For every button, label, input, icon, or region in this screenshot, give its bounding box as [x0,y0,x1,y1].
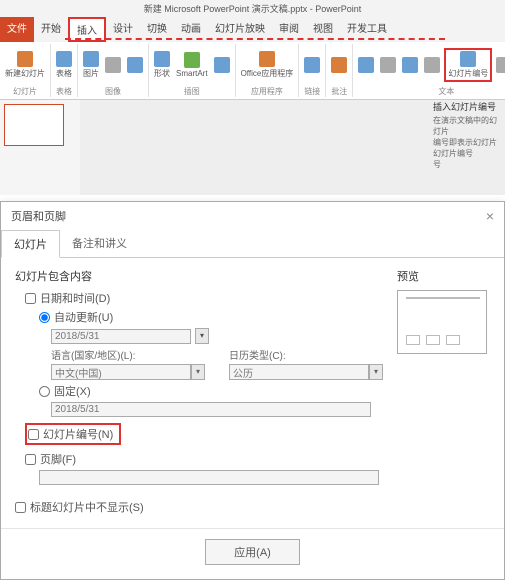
table-button[interactable]: 表格 [54,50,74,80]
group-text: 文本 [438,86,454,97]
album-button[interactable] [125,56,145,74]
datetime-label: 日期和时间(D) [40,290,110,306]
insert-tooltip: 插入幻灯片编号 在演示文稿中的幻灯片 编号即表示幻灯片 幻灯片编号 号 [433,100,501,170]
group-images: 图像 [105,86,121,97]
album-icon [127,57,143,73]
slide-number-checkbox[interactable] [28,429,39,440]
auto-update-radio[interactable] [39,312,50,323]
shapes-icon [154,51,170,67]
textbox-icon [358,57,374,73]
object-button[interactable] [494,56,505,74]
group-comments: 批注 [331,86,347,97]
wordart-button[interactable] [400,56,420,74]
footer-input[interactable] [39,470,379,485]
footer-label: 页脚(F) [40,451,76,467]
group-links: 链接 [304,86,320,97]
new-slide-icon [17,51,33,67]
window-title: 新建 Microsoft PowerPoint 演示文稿.pptx - Powe… [0,0,505,17]
fixed-label: 固定(X) [54,383,91,399]
ribbon: 新建幻灯片 幻灯片 表格 表格 图片 图像 形状 SmartArt 插图 [0,42,505,100]
slide-number-button[interactable]: 幻灯片编号 [444,48,492,82]
smartart-button[interactable]: SmartArt [174,51,210,79]
apply-button[interactable]: 应用(A) [205,539,300,565]
calendar-select[interactable] [229,364,369,380]
comment-button[interactable] [329,56,349,74]
preview-box [397,290,487,354]
dialog-title: 页眉和页脚 [11,208,66,224]
dialog-tab-notes[interactable]: 备注和讲义 [60,230,139,257]
office-apps-button[interactable]: Office应用程序 [239,50,296,80]
picture-icon [83,51,99,67]
chevron-down-icon[interactable]: ▾ [191,364,205,380]
chart-button[interactable] [212,56,232,74]
wordart-icon [402,57,418,73]
slide-number-label: 幻灯片编号(N) [43,426,113,442]
header-footer-dialog: 页眉和页脚 × 幻灯片 备注和讲义 幻灯片包含内容 日期和时间(D) 自动更新(… [0,201,505,580]
group-apps: 应用程序 [251,86,283,97]
slidenum-icon [460,51,476,67]
header-footer-button[interactable] [378,56,398,74]
datetime-checkbox[interactable] [25,293,36,304]
dont-show-label: 标题幻灯片中不显示(S) [30,499,144,515]
tutorial-arrow [65,38,445,40]
dialog-tab-slide[interactable]: 幻灯片 [1,230,60,258]
hyperlink-button[interactable] [302,56,322,74]
close-icon[interactable]: × [486,208,494,224]
fixed-radio[interactable] [39,386,50,397]
dont-show-title-checkbox[interactable] [15,502,26,513]
comment-icon [331,57,347,73]
header-footer-icon [380,57,396,73]
fixed-date-input[interactable] [51,402,371,417]
footer-checkbox[interactable] [25,454,36,465]
group-tables: 表格 [56,86,72,97]
language-select[interactable] [51,364,191,380]
tab-home[interactable]: 开始 [34,17,68,42]
new-slide-button[interactable]: 新建幻灯片 [3,50,47,80]
chevron-down-icon[interactable]: ▾ [195,328,209,344]
slide-thumbnails [0,100,80,195]
screenshot-button[interactable] [103,56,123,74]
table-icon [56,51,72,67]
section-label: 幻灯片包含内容 [15,268,383,284]
hyperlink-icon [304,57,320,73]
textbox-button[interactable] [356,56,376,74]
calendar-label: 日历类型(C): [229,347,383,362]
auto-update-label: 自动更新(U) [54,309,113,325]
group-illustrations: 插图 [184,86,200,97]
office-icon [259,51,275,67]
smartart-icon [184,52,200,68]
datetime-button[interactable] [422,56,442,74]
chart-icon [214,57,230,73]
slide-thumb-1[interactable] [4,104,64,146]
object-icon [496,57,505,73]
shapes-button[interactable]: 形状 [152,50,172,80]
datetime-icon [424,57,440,73]
slide-area: 插入幻灯片编号 在演示文稿中的幻灯片 编号即表示幻灯片 幻灯片编号 号 [0,100,505,195]
date-select[interactable] [51,329,191,344]
language-label: 语言(国家/地区)(L): [51,347,205,362]
tab-file[interactable]: 文件 [0,17,34,42]
preview-label: 预览 [397,268,490,284]
chevron-down-icon[interactable]: ▾ [369,364,383,380]
group-slides: 幻灯片 [13,86,37,97]
screenshot-icon [105,57,121,73]
pictures-button[interactable]: 图片 [81,50,101,80]
